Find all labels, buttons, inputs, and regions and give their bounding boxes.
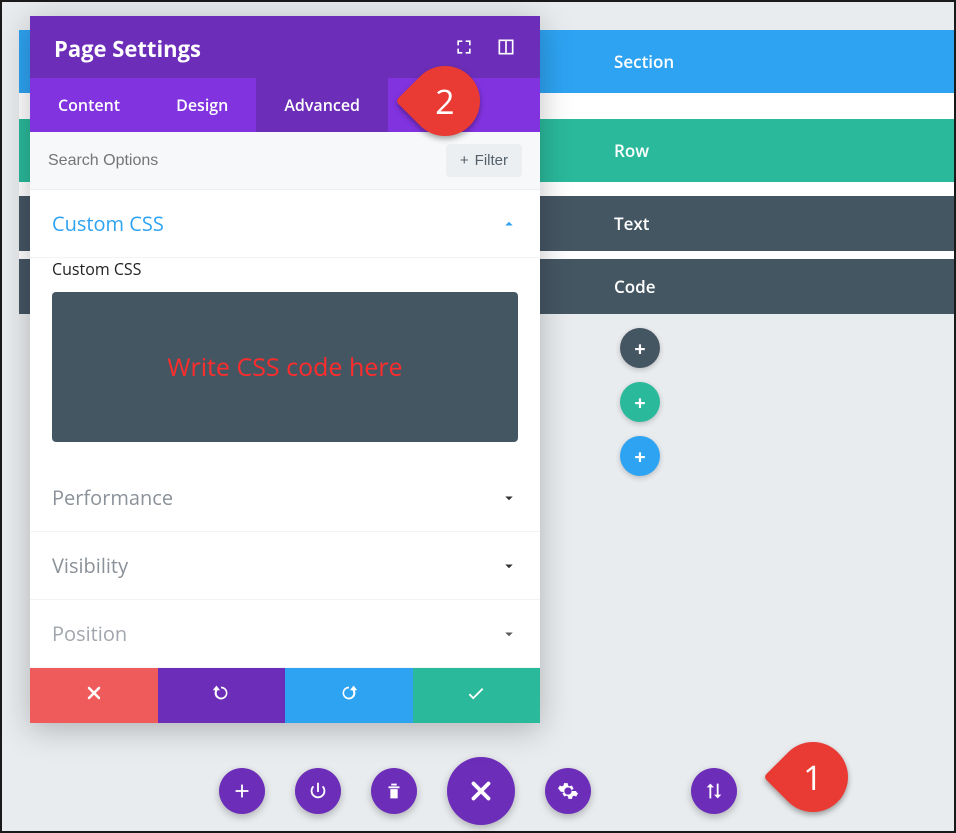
undo-button[interactable] — [158, 668, 286, 723]
plus-icon: + — [460, 152, 469, 169]
text-label: Text — [614, 212, 650, 235]
expand-icon[interactable] — [454, 37, 474, 62]
modal-header: Page Settings — [30, 16, 540, 78]
modal-title: Page Settings — [54, 34, 201, 64]
redo-icon — [338, 682, 360, 710]
snap-icon[interactable] — [496, 37, 516, 62]
row-label: Row — [614, 139, 649, 162]
section-performance[interactable]: Performance — [30, 464, 540, 532]
redo-button[interactable] — [285, 668, 413, 723]
close-icon — [84, 682, 104, 709]
tab-design[interactable]: Design — [148, 78, 256, 132]
page-settings-button[interactable] — [545, 768, 591, 814]
sort-button[interactable] — [691, 768, 737, 814]
section-title: Position — [52, 620, 127, 647]
add-module-button[interactable]: + — [620, 328, 660, 368]
section-title: Visibility — [52, 552, 128, 579]
custom-css-content: Custom CSS Write CSS code here — [30, 258, 540, 464]
undo-icon — [210, 682, 232, 710]
add-button[interactable] — [219, 768, 265, 814]
section-position[interactable]: Position — [30, 600, 540, 668]
custom-css-label: Custom CSS — [52, 258, 518, 280]
plus-icon: + — [634, 389, 645, 416]
pin-number: 1 — [803, 754, 822, 800]
close-builder-button[interactable] — [447, 757, 515, 825]
filter-label: Filter — [475, 152, 508, 169]
panel-body[interactable]: Custom CSS Custom CSS Write CSS code her… — [30, 190, 540, 668]
discard-button[interactable] — [30, 668, 158, 723]
section-visibility[interactable]: Visibility — [30, 532, 540, 600]
search-row: + Filter — [30, 132, 540, 190]
section-label: Section — [614, 50, 674, 73]
custom-css-editor[interactable]: Write CSS code here — [52, 292, 518, 442]
modal-footer — [30, 668, 540, 723]
add-row-button[interactable]: + — [620, 382, 660, 422]
search-input[interactable] — [48, 152, 446, 170]
chevron-down-icon — [500, 625, 518, 643]
section-custom-css[interactable]: Custom CSS — [30, 190, 540, 258]
tab-advanced[interactable]: Advanced — [256, 78, 388, 132]
check-icon — [465, 682, 487, 710]
plus-icon: + — [634, 443, 645, 470]
pin-number: 2 — [435, 78, 454, 124]
plus-icon: + — [634, 335, 645, 362]
chevron-down-icon — [500, 489, 518, 507]
tab-content[interactable]: Content — [30, 78, 148, 132]
power-button[interactable] — [295, 768, 341, 814]
filter-button[interactable]: + Filter — [446, 144, 522, 177]
code-label: Code — [614, 275, 656, 298]
section-title: Custom CSS — [52, 210, 164, 237]
add-section-button[interactable]: + — [620, 436, 660, 476]
section-title: Performance — [52, 484, 173, 511]
chevron-up-icon — [500, 215, 518, 233]
chevron-down-icon — [500, 557, 518, 575]
css-editor-hint: Write CSS code here — [167, 350, 402, 384]
trash-button[interactable] — [371, 768, 417, 814]
save-button[interactable] — [413, 668, 541, 723]
